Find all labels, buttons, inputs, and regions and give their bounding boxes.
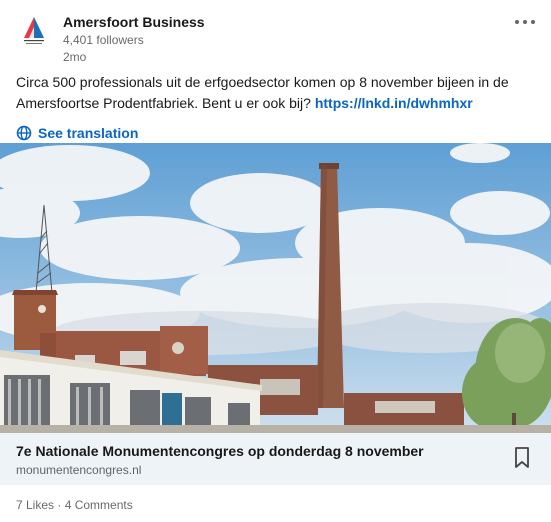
more-horizontal-icon-dot xyxy=(523,20,527,24)
link-preview-title[interactable]: 7e Nationale Monumentencongres op donder… xyxy=(16,443,424,459)
link-preview[interactable]: 7e Nationale Monumentencongres op donder… xyxy=(0,433,551,485)
likes-count[interactable]: 7 Likes xyxy=(16,498,54,512)
bookmark-icon[interactable] xyxy=(513,446,531,470)
social-counts: 7 Likes · 4 Comments xyxy=(16,498,133,512)
post-image[interactable] xyxy=(0,143,551,433)
post-timestamp: 2mo xyxy=(63,50,87,64)
post-header: Amersfoort Business 4,401 followers 2mo xyxy=(0,0,551,70)
feed-post: Amersfoort Business 4,401 followers 2mo … xyxy=(0,0,551,522)
globe-icon xyxy=(16,125,32,141)
social-separator: · xyxy=(54,498,65,512)
follower-count: 4,401 followers xyxy=(63,33,144,47)
more-horizontal-icon-dot xyxy=(531,20,535,24)
comments-count[interactable]: 4 Comments xyxy=(65,498,133,512)
post-link[interactable]: https://lnkd.in/dwhmhxr xyxy=(315,95,473,111)
author-name[interactable]: Amersfoort Business xyxy=(63,14,205,30)
link-preview-domain: monumentencongres.nl xyxy=(16,463,142,477)
post-body: Circa 500 professionals uit de erfgoedse… xyxy=(16,72,536,114)
more-horizontal-icon xyxy=(515,20,519,24)
see-translation-label: See translation xyxy=(38,125,139,141)
more-options-button[interactable] xyxy=(511,12,539,32)
see-translation-button[interactable]: See translation xyxy=(16,123,138,143)
company-logo[interactable] xyxy=(16,14,52,50)
